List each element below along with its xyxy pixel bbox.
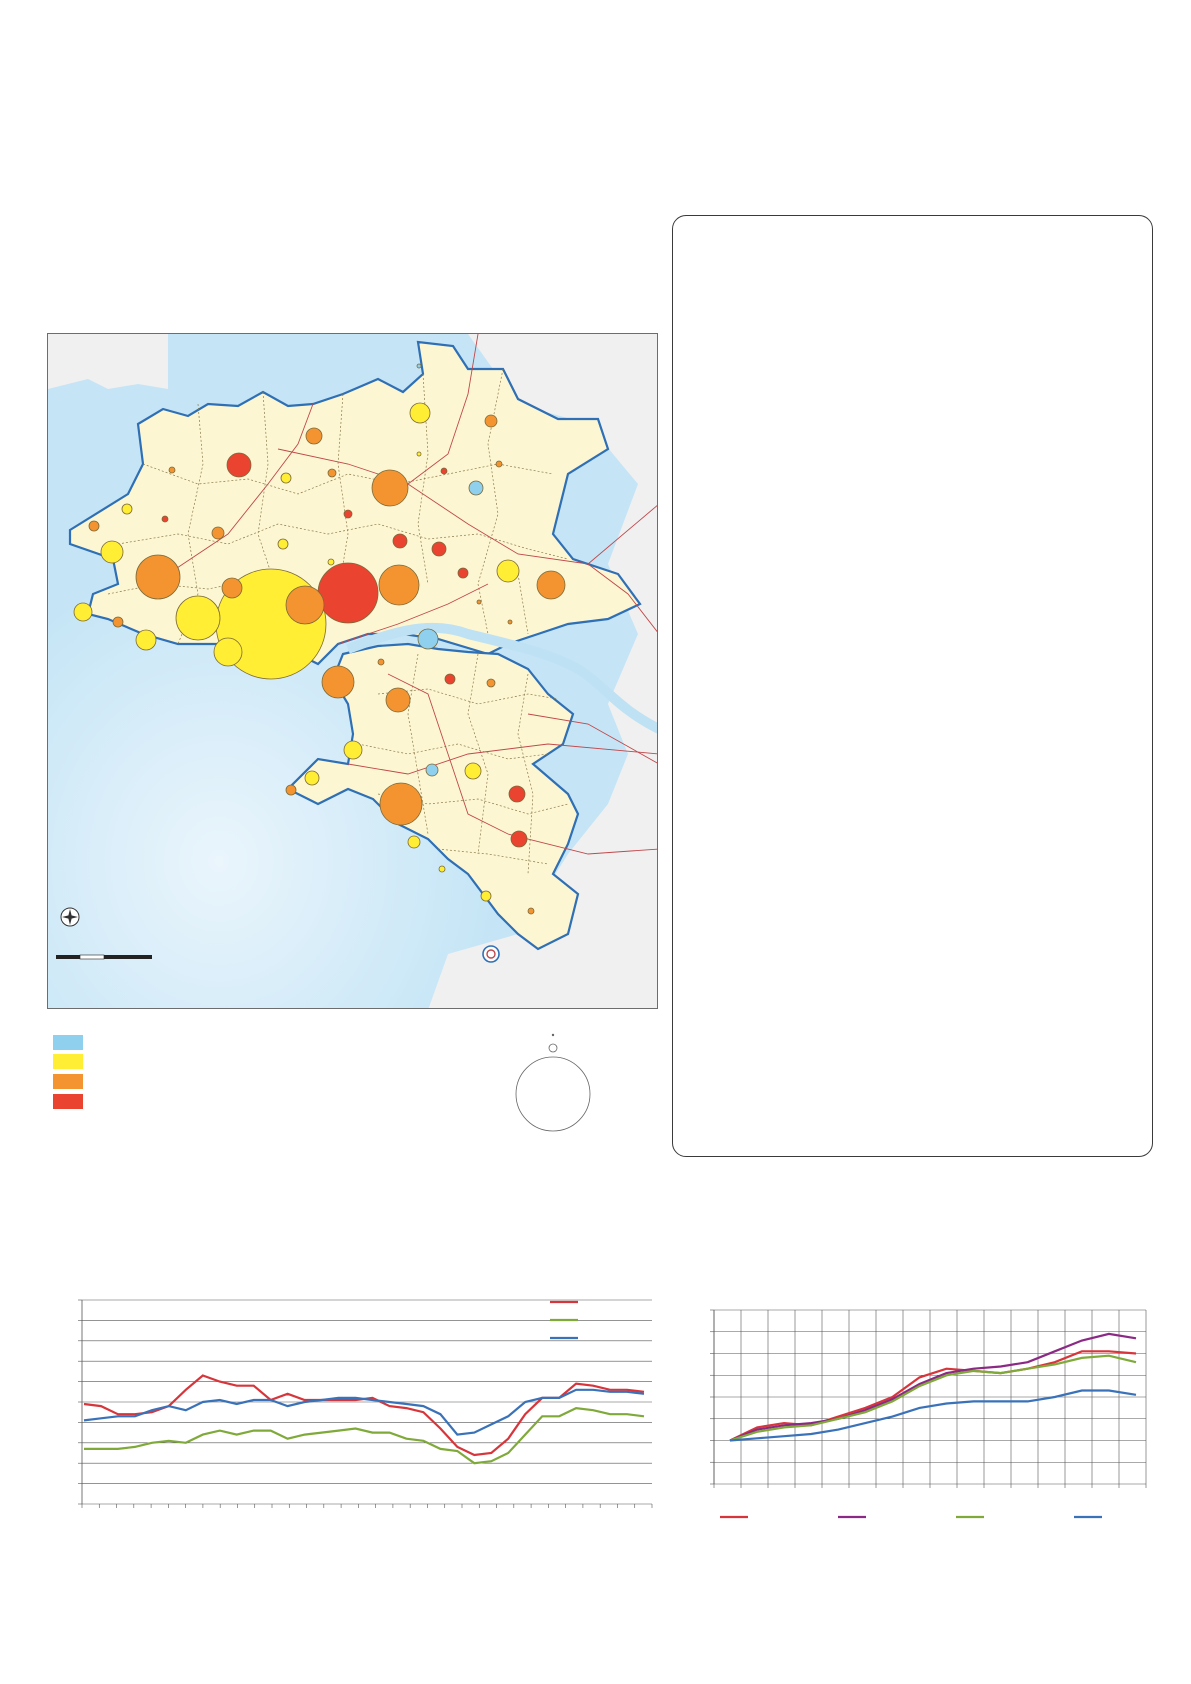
outside-region-nw <box>48 334 168 389</box>
info-box <box>672 215 1153 1157</box>
commune-symbol <box>417 628 439 650</box>
commune-symbol <box>527 907 535 915</box>
commune-symbol <box>438 865 446 873</box>
commune-symbol <box>343 509 353 519</box>
commune-symbol <box>321 665 355 699</box>
legend-swatch-orange <box>53 1074 83 1089</box>
commune-symbol <box>100 540 124 564</box>
commune-symbol <box>476 599 482 605</box>
size-legend-circle-medium <box>548 1043 558 1053</box>
commune-symbol <box>425 763 439 777</box>
commune-symbol <box>444 673 456 685</box>
commune-symbol <box>486 678 496 688</box>
commune-symbol <box>480 890 492 902</box>
commune-symbol <box>168 466 176 474</box>
commune-symbol <box>280 472 292 484</box>
commune-symbol <box>379 782 423 826</box>
commune-symbol <box>285 784 297 796</box>
series-line-2 <box>83 1388 645 1436</box>
commune-symbol <box>484 414 498 428</box>
series-line-1 <box>84 1406 645 1465</box>
commune-symbol <box>175 595 221 641</box>
commune-symbol <box>304 770 320 786</box>
commune-symbol <box>211 526 225 540</box>
map-svg <box>48 334 657 1008</box>
commune-symbol <box>317 562 379 624</box>
commune-symbol <box>409 402 431 424</box>
commune-symbol <box>73 602 93 622</box>
commune-symbol <box>88 520 100 532</box>
commune-symbol <box>495 460 503 468</box>
commune-symbol <box>536 570 566 600</box>
commune-symbol <box>221 577 243 599</box>
commune-symbol <box>464 762 482 780</box>
commune-symbol <box>377 658 385 666</box>
size-legend-circle-large <box>515 1056 591 1132</box>
scale-bar <box>56 954 152 960</box>
series-line-2 <box>729 1354 1137 1442</box>
commune-symbol <box>121 503 133 515</box>
commune-symbol <box>343 740 363 760</box>
commune-symbol <box>508 785 526 803</box>
commune-symbol <box>226 452 252 478</box>
commune-symbol <box>327 558 335 566</box>
commune-symbol <box>112 616 124 628</box>
commune-symbol <box>507 619 513 625</box>
commune-symbol <box>378 564 420 606</box>
commune-symbol <box>416 451 422 457</box>
commune-symbol <box>457 567 469 579</box>
commune-symbol <box>440 467 448 475</box>
spiral-logo-icon <box>482 945 500 963</box>
commune-symbol <box>135 629 157 651</box>
series-line-1 <box>729 1332 1137 1442</box>
commune-symbol <box>327 468 337 478</box>
commune-symbol <box>416 363 422 369</box>
right-line-chart <box>710 1309 1147 1519</box>
commune-symbol <box>407 835 421 849</box>
legend-swatch-red <box>53 1094 83 1109</box>
commune-symbol <box>385 687 411 713</box>
commune-symbol <box>277 538 289 550</box>
left-line-chart <box>78 1299 653 1508</box>
compass-rose-icon <box>60 907 80 927</box>
map-panel <box>47 333 658 1009</box>
commune-symbol <box>468 480 484 496</box>
commune-symbol <box>305 427 323 445</box>
commune-symbol <box>371 469 409 507</box>
size-legend-circle-small <box>551 1033 555 1037</box>
commune-symbol <box>135 554 181 600</box>
size-legend <box>515 1033 591 1132</box>
commune-symbol <box>392 533 408 549</box>
commune-symbol <box>510 830 528 848</box>
commune-symbol <box>213 637 243 667</box>
commune-symbol <box>285 585 325 625</box>
legend-swatch-yellow <box>53 1054 83 1069</box>
series-line-3 <box>729 1389 1137 1442</box>
commune-symbol <box>496 559 520 583</box>
legend-swatch-blue <box>53 1035 83 1050</box>
commune-symbol <box>431 541 447 557</box>
commune-symbol <box>161 515 169 523</box>
